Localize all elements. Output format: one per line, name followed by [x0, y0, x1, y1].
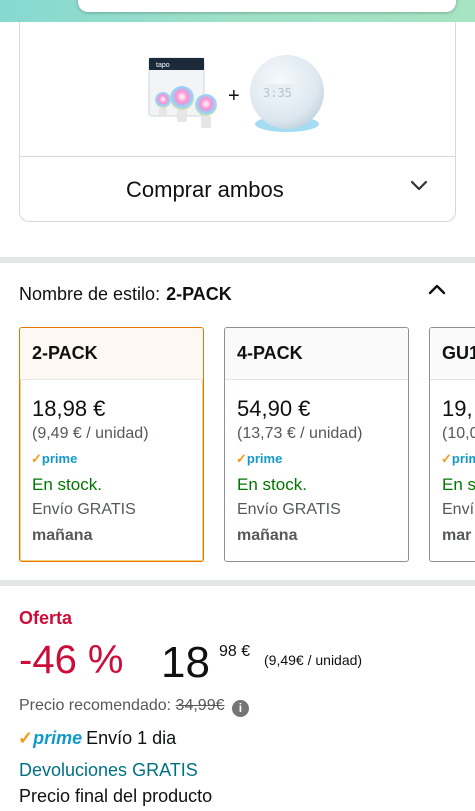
price-fraction: 98 €	[219, 643, 251, 660]
recommended-price-label: Precio recomendado:	[19, 697, 172, 714]
price-whole: 18	[161, 638, 210, 687]
free-returns-link[interactable]: Devoluciones GRATIS	[19, 760, 198, 781]
style-selected-value: 2-PACK	[166, 284, 232, 304]
recommended-price-row: Precio recomendado: 34,99€ i	[19, 697, 249, 717]
style-name-row: Nombre de estilo: 2-PACK	[19, 284, 232, 305]
prime-badge: ✓prime	[236, 451, 283, 466]
chevron-up-icon[interactable]	[427, 282, 447, 296]
option-unit-price: (10,0	[442, 425, 475, 442]
unit-price: (9,49€ / unidad)	[264, 652, 363, 668]
style-name-label: Nombre de estilo:	[19, 284, 161, 304]
option-shipping: Enví	[442, 501, 475, 518]
deal-label: Oferta	[19, 608, 73, 628]
section-divider	[0, 580, 475, 586]
bundle-card: tapo + 3:35 Comprar ambos	[19, 22, 456, 222]
option-name: GU10	[430, 328, 475, 380]
chevron-down-icon	[410, 180, 428, 191]
search-bar[interactable]	[78, 0, 456, 12]
echo-dot-image[interactable]: 3:35	[250, 55, 324, 132]
plus-sign: +	[228, 85, 240, 107]
bundle-images: tapo + 3:35	[20, 22, 455, 156]
option-unit-price: (9,49 € / unidad)	[32, 425, 149, 442]
option-stock: En st	[442, 475, 475, 494]
option-stock: En stock.	[237, 475, 307, 494]
final-price-label: Precio final del producto	[19, 786, 213, 806]
prime-check-icon: ✓	[236, 451, 247, 466]
option-date: mañana	[32, 527, 93, 544]
option-price: 18,98 €	[32, 396, 106, 421]
svg-text:tapo: tapo	[156, 62, 170, 69]
price-row: -46 % 18 98 € (9,49€ / unidad)	[19, 634, 475, 690]
prime-logo: prime	[33, 728, 83, 748]
option-date: mañana	[237, 527, 298, 544]
style-option-gu10[interactable]: GU10 19, (10,0 ✓prim En st Enví mar	[429, 327, 475, 562]
prime-check-icon: ✓	[18, 728, 34, 748]
prime-shipping-row: ✓prime Envío 1 dia	[18, 728, 176, 749]
prime-badge: ✓prim	[441, 451, 475, 466]
option-unit-price: (13,73 € / unidad)	[237, 425, 363, 442]
prime-badge: ✓prime	[31, 451, 78, 466]
buy-both-label: Comprar ambos	[126, 177, 284, 202]
smart-bulbs-image[interactable]: tapo	[148, 57, 217, 128]
prime-check-icon: ✓	[31, 451, 42, 466]
recommended-price: 34,99€	[175, 697, 225, 714]
option-name: 2-PACK	[20, 328, 203, 380]
option-shipping: Envío GRATIS	[237, 501, 341, 518]
info-icon[interactable]: i	[231, 700, 249, 717]
option-name: 4-PACK	[225, 328, 408, 380]
prime-shipping-text: Envío 1 dia	[86, 728, 177, 748]
style-option-2-pack[interactable]: 2-PACK 18,98 € (9,49 € / unidad) ✓prime …	[19, 327, 204, 562]
section-divider	[0, 257, 475, 263]
option-shipping: Envío GRATIS	[32, 501, 136, 518]
option-price: 54,90 €	[237, 396, 311, 421]
option-stock: En stock.	[32, 475, 102, 494]
option-date: mar	[442, 527, 472, 544]
discount-percent: -46 %	[19, 638, 124, 682]
option-price: 19,	[442, 396, 473, 421]
clock-display: 3:35	[263, 86, 292, 100]
buy-both-button[interactable]: Comprar ambos	[20, 157, 455, 221]
prime-check-icon: ✓	[441, 451, 452, 466]
style-option-4-pack[interactable]: 4-PACK 54,90 € (13,73 € / unidad) ✓prime…	[224, 327, 409, 562]
